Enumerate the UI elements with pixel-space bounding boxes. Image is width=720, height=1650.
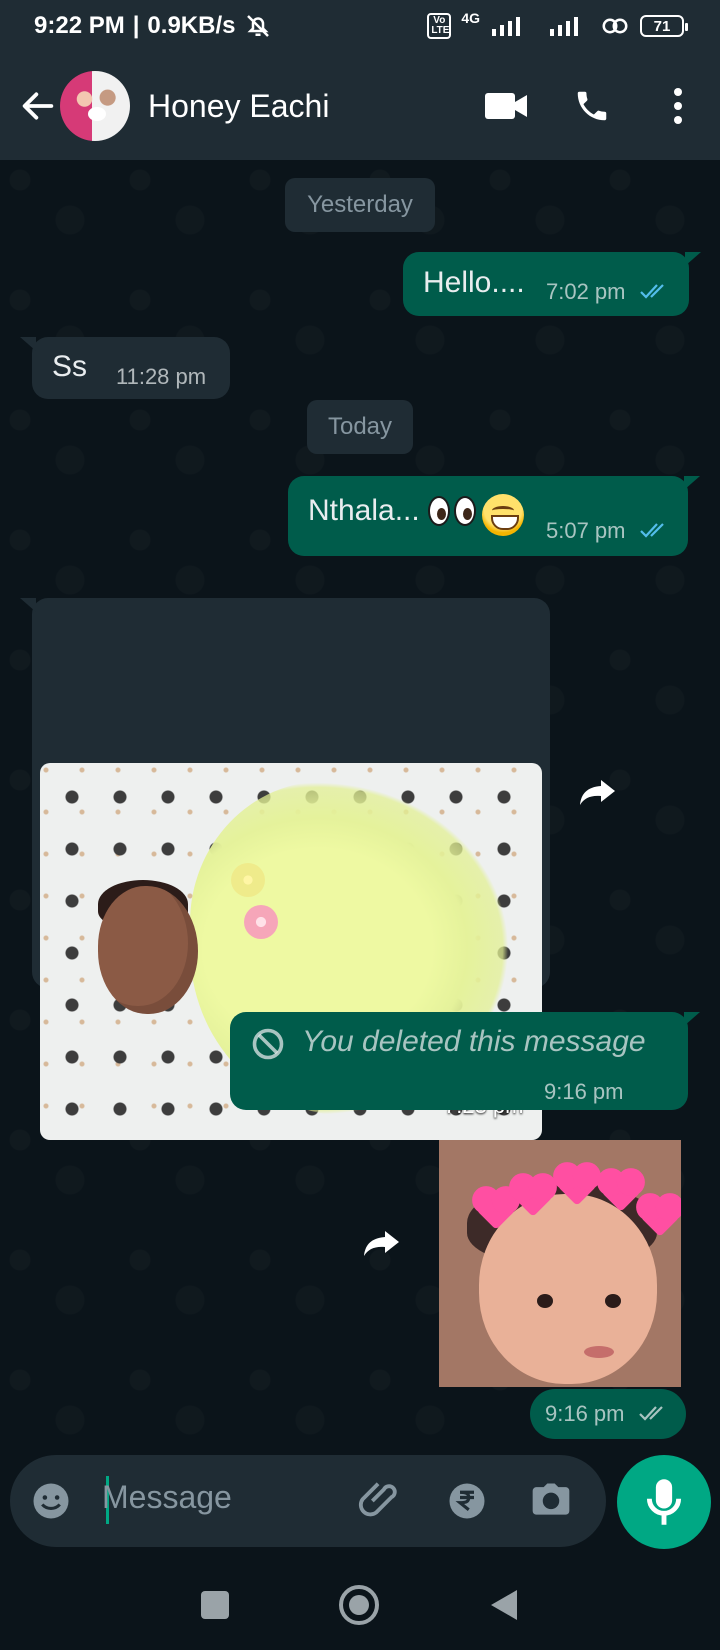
eye-emoji-left bbox=[428, 496, 450, 526]
right-eye bbox=[605, 1294, 621, 1308]
microphone-button[interactable] bbox=[617, 1455, 711, 1549]
delivered-receipt-icon bbox=[639, 1406, 663, 1421]
yellow-flower bbox=[231, 863, 265, 897]
camera-icon[interactable] bbox=[528, 1478, 574, 1522]
message-text: Hello.... bbox=[423, 266, 525, 299]
more-options-icon bbox=[674, 88, 682, 124]
back-arrow-icon[interactable] bbox=[18, 86, 58, 126]
chat-header: Honey Eachi bbox=[0, 52, 720, 160]
message-time: 9:16 pm bbox=[545, 1401, 625, 1426]
message-input[interactable]: Message bbox=[102, 1479, 232, 1516]
eye-emoji-right bbox=[454, 496, 477, 526]
video-call-button[interactable] bbox=[482, 82, 530, 130]
volte-badge: Vo LTE bbox=[427, 13, 452, 39]
deleted-icon bbox=[252, 1028, 284, 1060]
message-text: Nthala... bbox=[308, 494, 420, 527]
status-right: Vo LTE 4G 71 bbox=[427, 10, 688, 41]
message-bubble-incoming[interactable]: Ss 11:28 pm bbox=[20, 337, 230, 399]
sticker-time-pill: 9:16 pm bbox=[530, 1389, 686, 1439]
read-receipt-icon bbox=[640, 284, 664, 299]
message-time: 9:16 pm bbox=[544, 1079, 624, 1104]
sticker-photo[interactable] bbox=[439, 1140, 681, 1387]
forward-icon bbox=[364, 1231, 399, 1256]
attachment-icon[interactable] bbox=[357, 1477, 403, 1525]
read-receipt-icon bbox=[640, 523, 664, 538]
date-separator-yesterday: Yesterday bbox=[285, 178, 435, 232]
deleted-message-bubble[interactable]: You deleted this message 9:16 pm bbox=[230, 1012, 700, 1110]
video-call-icon bbox=[485, 93, 527, 119]
baby-face bbox=[479, 1194, 657, 1384]
emoji-icon[interactable] bbox=[30, 1480, 72, 1522]
microphone-icon bbox=[646, 1479, 682, 1525]
date-label-today: Today bbox=[327, 413, 393, 440]
mouth bbox=[584, 1346, 614, 1358]
back-navigation-icon[interactable] bbox=[489, 1588, 519, 1622]
system-navigation-bar bbox=[0, 1560, 720, 1650]
message-time: 5:07 pm bbox=[546, 518, 626, 543]
payment-icon[interactable] bbox=[446, 1480, 488, 1522]
home-button[interactable] bbox=[339, 1585, 379, 1625]
message-bubble-outgoing[interactable]: Hello.... 7:02 pm bbox=[403, 252, 701, 316]
status-left: 9:22 PM | 0.9KB/s bbox=[34, 11, 273, 41]
date-separator-today: Today bbox=[307, 400, 413, 454]
eyes-emoji bbox=[428, 496, 477, 526]
forward-button[interactable] bbox=[573, 767, 623, 817]
voice-call-button[interactable] bbox=[568, 82, 616, 130]
contact-name[interactable]: Honey Eachi bbox=[148, 88, 444, 125]
baby-face bbox=[98, 886, 198, 1014]
home-dot bbox=[349, 1595, 369, 1615]
avatar[interactable] bbox=[60, 71, 130, 141]
status-separator: | bbox=[132, 12, 140, 39]
deleted-message-text: You deleted this message bbox=[302, 1025, 646, 1058]
chat-area[interactable]: Yesterday Hello.... 7:02 pm Ss 11:28 pm … bbox=[0, 160, 720, 1454]
second-signal-icon bbox=[550, 17, 578, 36]
battery-indicator: 71 bbox=[640, 15, 688, 37]
recent-apps-button[interactable] bbox=[201, 1591, 229, 1619]
message-text: Ss bbox=[52, 350, 88, 383]
more-options-button[interactable] bbox=[654, 82, 702, 130]
status-time: 9:22 PM bbox=[34, 12, 125, 39]
pink-flower bbox=[244, 905, 278, 939]
status-bar: 9:22 PM | 0.9KB/s Vo LTE 4G 71 bbox=[0, 0, 720, 52]
message-bubble-outgoing[interactable]: Nthala... 5:07 pm bbox=[288, 476, 700, 556]
message-time: 7:02 pm bbox=[546, 279, 626, 304]
forward-icon bbox=[580, 780, 615, 805]
date-label-yesterday: Yesterday bbox=[307, 191, 413, 218]
left-eye bbox=[537, 1294, 553, 1308]
message-composer[interactable]: Message bbox=[10, 1455, 606, 1547]
forward-button[interactable] bbox=[357, 1218, 407, 1268]
message-time: 11:28 pm bbox=[116, 364, 207, 389]
network-type: 4G bbox=[461, 10, 480, 26]
muted-bell-icon bbox=[247, 15, 270, 37]
hotspot-icon bbox=[602, 18, 628, 34]
signal-icon bbox=[492, 17, 520, 36]
voice-call-icon bbox=[577, 91, 607, 121]
network-speed: 0.9KB/s bbox=[147, 12, 236, 39]
grinning-emoji bbox=[482, 494, 524, 536]
